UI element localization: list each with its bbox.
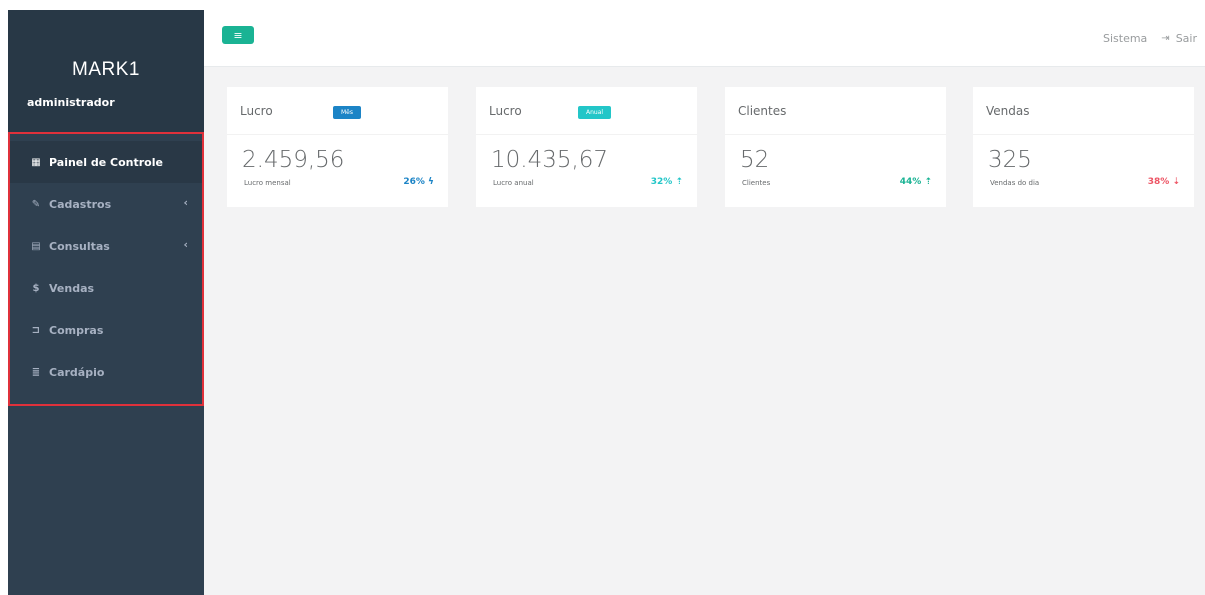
sidebar-item-label: Compras (49, 323, 104, 337)
card-percentage: 26% ϟ (403, 177, 434, 187)
sidebar: MARK1 administrador ▦ Painel de Controle… (8, 10, 204, 595)
sidebar-header: MARK1 administrador (8, 10, 204, 132)
bars-icon: ≡ (233, 28, 243, 42)
card-value: 325 (988, 147, 1032, 173)
card-value: 10.435,67 (491, 147, 609, 173)
list-icon: ≣ (31, 366, 41, 378)
logout-label: Sair (1175, 32, 1197, 45)
sidebar-item-label: Cardápio (49, 365, 105, 379)
card-badge: Mês (333, 106, 361, 119)
card-value: 52 (740, 147, 770, 173)
sidebar-item-label: Cadastros (49, 197, 112, 211)
card-badge: Anual (578, 106, 612, 119)
sidebar-item-painel-de-controle[interactable]: ▦ Painel de Controle (10, 141, 202, 183)
sidebar-item-consultas[interactable]: ▤ Consultas ‹ (10, 225, 202, 267)
app-root: MARK1 administrador ▦ Painel de Controle… (0, 0, 1205, 595)
sidebar-item-label: Painel de Controle (49, 155, 163, 169)
card-divider (725, 134, 946, 135)
card-label: Clientes (742, 179, 771, 187)
card-divider (227, 134, 448, 135)
card-value: 2.459,56 (242, 147, 345, 173)
sign-out-icon: ⇥ (1161, 33, 1170, 44)
card-divider (476, 134, 697, 135)
user-role: administrador (27, 96, 115, 109)
brand-name: MARK1 (72, 59, 140, 80)
card-label: Lucro mensal (244, 179, 291, 187)
sidebar-item-vendas[interactable]: $ Vendas (10, 267, 202, 309)
main-content: Lucro Mês 2.459,56 Lucro mensal 26% ϟ Lu… (204, 67, 1205, 595)
sidebar-item-label: Consultas (49, 239, 110, 253)
edit-icon: ✎ (31, 198, 41, 210)
sidebar-item-label: Vendas (49, 281, 95, 295)
card-percentage: 32% ⇡ (650, 177, 683, 187)
stat-card-lucro-mensal: Lucro Mês 2.459,56 Lucro mensal 26% ϟ (227, 87, 448, 207)
topbar: ≡ Sistema ⇥ Sair (204, 10, 1205, 67)
chevron-left-icon: ‹ (183, 238, 188, 251)
table-icon: ▤ (31, 240, 41, 252)
card-title: Lucro (240, 104, 273, 118)
card-percentage: 38% ⇣ (1147, 177, 1180, 187)
card-title: Clientes (738, 104, 787, 118)
th-large-icon: ▦ (31, 156, 41, 168)
system-link[interactable]: Sistema (1103, 32, 1147, 45)
logout-link[interactable]: ⇥ Sair (1161, 32, 1197, 45)
stat-card-clientes: Clientes 52 Clientes 44% ⇡ (725, 87, 946, 207)
card-label: Vendas do dia (990, 179, 1040, 187)
card-divider (973, 134, 1194, 135)
top-links: Sistema ⇥ Sair (1103, 32, 1197, 45)
menu-toggle-button[interactable]: ≡ (222, 26, 254, 44)
card-title: Vendas (986, 104, 1030, 118)
card-title: Lucro (489, 104, 522, 118)
stat-card-lucro-anual: Lucro Anual 10.435,67 Lucro anual 32% ⇡ (476, 87, 697, 207)
dollar-icon: $ (32, 282, 40, 294)
cart-icon: ⊐ (31, 324, 41, 336)
card-percentage: 44% ⇡ (899, 177, 932, 187)
sidebar-item-compras[interactable]: ⊐ Compras (10, 309, 202, 351)
sidebar-item-cardapio[interactable]: ≣ Cardápio (10, 351, 202, 393)
chevron-left-icon: ‹ (183, 196, 188, 209)
stat-card-vendas: Vendas 325 Vendas do dia 38% ⇣ (973, 87, 1194, 207)
card-label: Lucro anual (493, 179, 534, 187)
sidebar-item-cadastros[interactable]: ✎ Cadastros ‹ (10, 183, 202, 225)
